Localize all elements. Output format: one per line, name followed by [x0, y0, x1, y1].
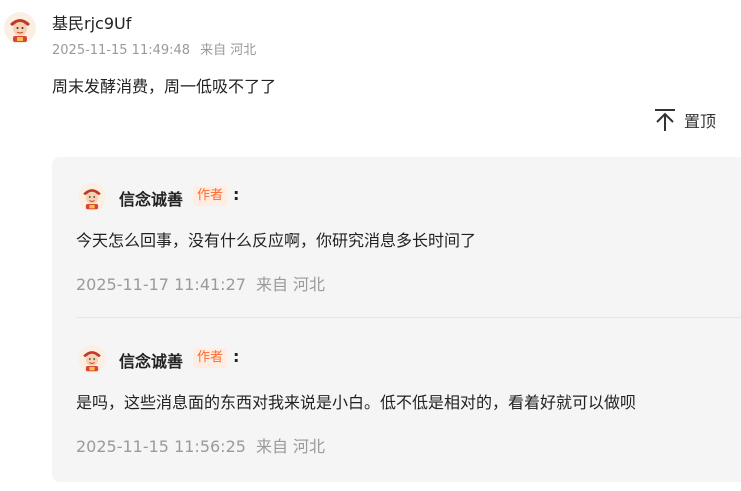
reply-timestamp: 2025-11-17 11:41:27: [76, 275, 246, 294]
avatar-image-icon: [78, 345, 106, 373]
reply-location: 来自 河北: [255, 275, 326, 294]
reply-meta: 2025-11-15 11:56:25 来自 河北: [76, 433, 325, 457]
comment-meta: 2025-11-15 11:49:48 来自 河北: [52, 39, 256, 58]
comment-timestamp: 2025-11-15 11:49:48: [52, 43, 191, 58]
comment-text: 周末发酵消费，周一低吸不了了: [52, 77, 277, 96]
reply-text: 是吗，这些消息面的东西对我来说是小白。低不低是相对的，看着好就可以做呗: [76, 393, 637, 412]
reply-avatar[interactable]: [78, 345, 106, 373]
pin-to-top-icon: [655, 109, 675, 131]
reply-author[interactable]: 信念诚善: [119, 348, 183, 372]
comment-username[interactable]: 基民rjc9Uf: [52, 10, 131, 34]
avatar[interactable]: [4, 12, 36, 44]
reply-author[interactable]: 信念诚善: [119, 186, 183, 210]
author-badge: 作者: [193, 348, 228, 368]
comment-location: 来自 河北: [200, 43, 257, 58]
reply-colon: :: [233, 185, 240, 204]
reply-text: 今天怎么回事，没有什么反应啊，你研究消息多长时间了: [76, 231, 477, 250]
reply-divider: [76, 317, 741, 318]
reply-timestamp: 2025-11-15 11:56:25: [76, 437, 246, 456]
author-badge: 作者: [193, 186, 228, 206]
pin-label: 置顶: [684, 112, 717, 131]
replies-panel: 信念诚善 作者 : 今天怎么回事，没有什么反应啊，你研究消息多长时间了 2025…: [52, 157, 741, 482]
avatar-image-icon: [78, 183, 106, 211]
avatar-image-icon: [4, 12, 36, 44]
reply-meta: 2025-11-17 11:41:27 来自 河北: [76, 271, 325, 295]
reply-colon: :: [233, 347, 240, 366]
reply-avatar[interactable]: [78, 183, 106, 211]
pin-button[interactable]: 置顶: [654, 107, 716, 133]
reply-location: 来自 河北: [255, 437, 326, 456]
